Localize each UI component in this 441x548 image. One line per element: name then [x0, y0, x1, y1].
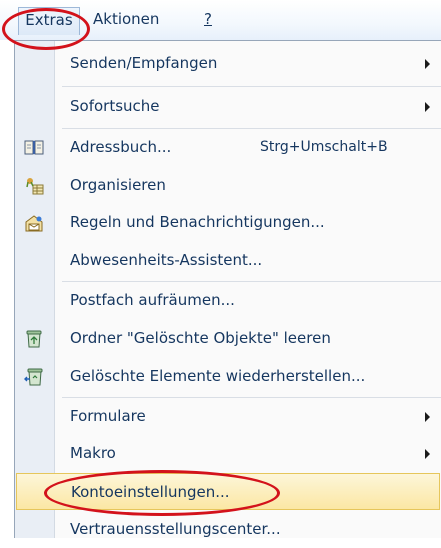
submenu-arrow-icon [425, 449, 430, 459]
extras-dropdown-menu: Senden/Empfangen Sofortsuche Adressbuch.… [14, 40, 441, 538]
menu-extras[interactable]: Extras [18, 7, 80, 35]
menu-item-senden-empfangen[interactable]: Senden/Empfangen [15, 45, 441, 82]
menu-item-label: Formulare [70, 407, 146, 425]
menu-item-wiederherstellen[interactable]: Gelöschte Elemente wiederherstellen... [15, 358, 441, 395]
recover-deleted-icon [24, 368, 43, 386]
submenu-arrow-icon [425, 59, 430, 69]
submenu-arrow-icon [425, 412, 430, 422]
menu-bar: Extras Aktionen ? [0, 0, 441, 40]
menu-item-ordner-leeren[interactable]: Ordner "Gelöschte Objekte" leeren [15, 320, 441, 357]
menu-separator [62, 86, 441, 87]
menu-item-label: Adressbuch... [70, 138, 172, 156]
menu-item-abwesenheits-assistent[interactable]: Abwesenheits-Assistent... [15, 242, 441, 279]
rules-icon [25, 215, 43, 232]
organize-icon [26, 178, 44, 195]
menu-item-regeln[interactable]: Regeln und Benachrichtigungen... [15, 204, 441, 241]
menu-item-sofortsuche[interactable]: Sofortsuche [15, 88, 441, 125]
menu-extras-label: Extras [25, 11, 73, 29]
submenu-arrow-icon [425, 102, 430, 112]
menu-item-label: Vertrauensstellungscenter... [70, 520, 281, 538]
menu-aktionen-label: Aktionen [93, 10, 160, 28]
menu-item-label: Regeln und Benachrichtigungen... [70, 213, 325, 231]
menu-item-vertrauensstellungscenter[interactable]: Vertrauensstellungscenter... [15, 511, 441, 548]
menu-item-label: Kontoeinstellungen... [71, 483, 230, 501]
menu-item-label: Gelöschte Elemente wiederherstellen... [70, 367, 366, 385]
menu-item-adressbuch[interactable]: Adressbuch... Strg+Umschalt+B [15, 129, 441, 166]
menu-item-kontoeinstellungen[interactable]: Kontoeinstellungen... [16, 473, 440, 510]
menu-help-label: ? [204, 10, 212, 28]
menu-item-label: Senden/Empfangen [70, 54, 218, 72]
menu-item-organisieren[interactable]: Organisieren [15, 167, 441, 204]
menu-aktionen[interactable]: Aktionen [87, 7, 165, 31]
menu-item-label: Postfach aufräumen... [70, 291, 235, 309]
menu-item-label: Ordner "Gelöschte Objekte" leeren [70, 329, 331, 347]
menu-item-label: Organisieren [70, 176, 166, 194]
menu-item-formulare[interactable]: Formulare [15, 398, 441, 435]
menu-item-label: Abwesenheits-Assistent... [70, 251, 263, 269]
menu-item-label: Sofortsuche [70, 97, 160, 115]
address-book-icon [24, 140, 44, 155]
menu-item-postfach-aufraeumen[interactable]: Postfach aufräumen... [15, 282, 441, 319]
shortcut-label: Strg+Umschalt+B [260, 139, 388, 155]
menu-item-makro[interactable]: Makro [15, 435, 441, 472]
menu-help[interactable]: ? [198, 7, 218, 31]
menu-item-label: Makro [70, 444, 116, 462]
empty-trash-icon [26, 330, 42, 348]
